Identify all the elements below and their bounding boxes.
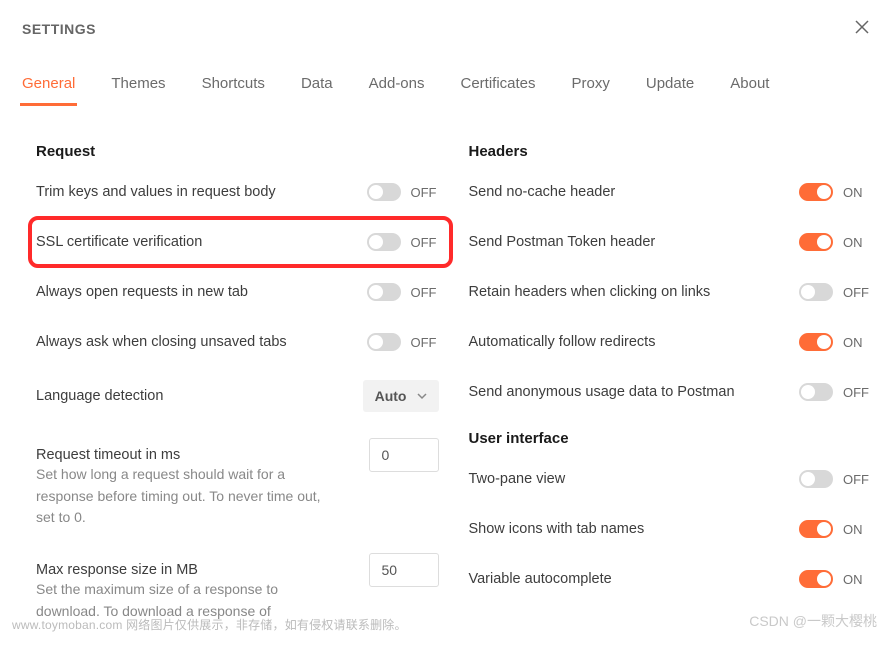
tab-certificates[interactable]: Certificates [459,69,538,106]
redirects-state: ON [843,335,871,350]
tab-shortcuts[interactable]: Shortcuts [200,69,267,106]
lang-detect-value: Auto [375,388,407,404]
ask-close-label: Always ask when closing unsaved tabs [36,332,287,352]
open-new-tab-label: Always open requests in new tab [36,282,248,302]
tab-general[interactable]: General [20,69,77,106]
lang-detect-select[interactable]: Auto [363,380,439,412]
ssl-verify-state: OFF [411,235,439,250]
request-column: Request Trim keys and values in request … [36,143,439,646]
tab-addons[interactable]: Add-ons [367,69,427,106]
retain-headers-toggle[interactable] [799,283,833,301]
chevron-down-icon [417,391,427,401]
trim-keys-toggle[interactable] [367,183,401,201]
tab-icons-state: ON [843,522,871,537]
ask-close-toggle[interactable] [367,333,401,351]
tab-icons-toggle[interactable] [799,520,833,538]
max-resp-input[interactable] [369,553,439,587]
anon-usage-toggle[interactable] [799,383,833,401]
settings-title: SETTINGS [22,21,96,37]
pm-token-label: Send Postman Token header [469,232,656,252]
tab-themes[interactable]: Themes [109,69,167,106]
request-section-title: Request [36,143,439,160]
ssl-verify-label: SSL certificate verification [36,232,202,252]
timeout-help: Set how long a request should wait for a… [36,464,336,529]
lang-detect-label: Language detection [36,386,163,406]
autocomplete-label: Variable autocomplete [469,569,612,589]
close-icon[interactable] [855,18,869,39]
anon-usage-state: OFF [843,385,871,400]
tab-proxy[interactable]: Proxy [570,69,612,106]
open-new-tab-state: OFF [411,285,439,300]
tab-update[interactable]: Update [644,69,696,106]
timeout-input[interactable] [369,438,439,472]
no-cache-state: ON [843,185,871,200]
ssl-verify-toggle[interactable] [367,233,401,251]
ui-section-title: User interface [469,430,872,447]
pm-token-state: ON [843,235,871,250]
ask-close-state: OFF [411,335,439,350]
right-column: Headers Send no-cache header ON Send Pos… [469,143,872,646]
retain-headers-state: OFF [843,285,871,300]
redirects-toggle[interactable] [799,333,833,351]
max-resp-label: Max response size in MB [36,560,198,580]
no-cache-toggle[interactable] [799,183,833,201]
tab-about[interactable]: About [728,69,771,106]
tab-icons-label: Show icons with tab names [469,519,645,539]
ssl-highlight: SSL certificate verification OFF [28,216,453,268]
two-pane-label: Two-pane view [469,469,566,489]
headers-section-title: Headers [469,143,872,160]
redirects-label: Automatically follow redirects [469,332,656,352]
trim-keys-label: Trim keys and values in request body [36,182,276,202]
watermark-text: www.toymoban.com 网络图片仅供展示，非存储，如有侵权请联系删除。 [12,616,407,633]
no-cache-label: Send no-cache header [469,182,616,202]
retain-headers-label: Retain headers when clicking on links [469,282,711,302]
two-pane-toggle[interactable] [799,470,833,488]
two-pane-state: OFF [843,472,871,487]
tab-data[interactable]: Data [299,69,335,106]
autocomplete-toggle[interactable] [799,570,833,588]
autocomplete-state: ON [843,572,871,587]
anon-usage-label: Send anonymous usage data to Postman [469,382,735,402]
timeout-label: Request timeout in ms [36,445,180,465]
open-new-tab-toggle[interactable] [367,283,401,301]
trim-keys-state: OFF [411,185,439,200]
watermark-text-2: CSDN @一颗大樱桃 [749,611,877,631]
pm-token-toggle[interactable] [799,233,833,251]
tabs-bar: General Themes Shortcuts Data Add-ons Ce… [0,69,891,107]
